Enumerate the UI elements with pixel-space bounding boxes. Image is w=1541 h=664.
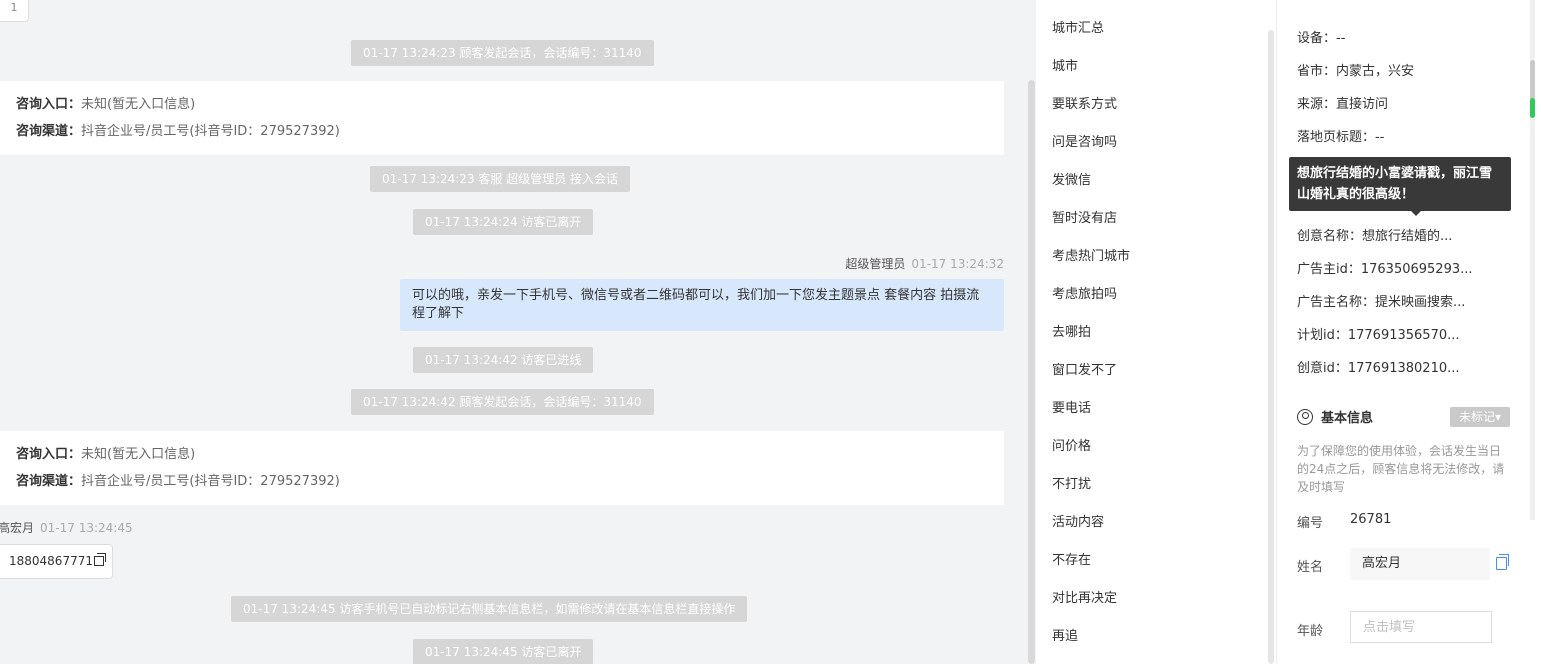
chat-scrollbar[interactable] [1028, 80, 1035, 664]
system-message: 01-17 13:24:23 客服 超级管理员 接入会话 [370, 166, 631, 192]
system-message: 01-17 13:24:24 访客已离开 [413, 209, 594, 235]
copy-icon[interactable] [1496, 554, 1509, 570]
user-circle-icon [1297, 408, 1313, 425]
system-message: 01-17 13:24:45 访客手机号已自动标记右侧基本信息栏，如需修改请在基… [231, 596, 748, 622]
source-row-advertiser-name[interactable]: 广告主名称：提米映画搜索... [1297, 291, 1465, 310]
quick-reply-scrollbar[interactable] [1268, 30, 1274, 664]
system-message: 01-17 13:24:42 访客已进线 [413, 347, 594, 373]
source-row-creative-id[interactable]: 创意id：177691380210... [1297, 357, 1460, 376]
quick-reply-list: 城市汇总 城市 要联系方式 问是咨询吗 发微信 暂时没有店 考虑热门城市 考虑旅… [1036, 0, 1276, 664]
channel-label: 咨询渠道： [16, 124, 82, 139]
basic-info-title-text: 基本信息 [1321, 411, 1374, 426]
age-input[interactable] [1350, 611, 1492, 643]
name-field[interactable]: 高宏月 [1350, 548, 1490, 580]
system-message: 01-17 13:24:23 顾客发起会话，会话编号：31140 [351, 40, 654, 66]
visitor-name: 高宏月 [0, 521, 35, 535]
entry-label: 咨询入口： [16, 447, 82, 462]
quick-reply-item[interactable]: 去哪拍 [1052, 321, 1091, 340]
quick-reply-item[interactable]: 要联系方式 [1052, 93, 1117, 112]
visitor-phone-text: 18804867771 [9, 554, 93, 568]
system-message: 01-17 13:24:42 顾客发起会话，会话编号：31140 [351, 389, 654, 415]
name-label: 姓名 [1297, 560, 1324, 575]
source-row-plan-id[interactable]: 计划id：177691356570... [1297, 324, 1460, 343]
quick-reply-item[interactable]: 考虑旅拍吗 [1052, 283, 1117, 302]
quick-reply-item[interactable]: 暂时没有店 [1052, 207, 1117, 226]
consult-info-card: 咨询入口：未知(暂无入口信息) 咨询渠道：抖音企业号/员工号(抖音号ID：279… [0, 431, 1004, 505]
channel-value: 抖音企业号/员工号(抖音号ID：279527392) [81, 474, 340, 489]
quick-reply-item[interactable]: 城市汇总 [1052, 17, 1104, 36]
source-row-creative-name[interactable]: 创意名称：想旅行结婚的... [1297, 225, 1452, 244]
quick-reply-item[interactable]: 城市 [1052, 55, 1078, 74]
source-row-source: 来源：直接访问 [1297, 97, 1389, 112]
age-label: 年龄 [1297, 624, 1324, 639]
quick-reply-item[interactable]: 不打扰 [1052, 473, 1091, 492]
quick-reply-item[interactable]: 窗口发不了 [1052, 359, 1117, 378]
visitor-sender: 高宏月 01-17 13:24:45 [0, 519, 133, 536]
panel-scrollbar-thumb[interactable] [1530, 60, 1535, 100]
source-row-device: 设备：-- [1297, 31, 1346, 46]
quick-reply-item[interactable]: 考虑热门城市 [1052, 245, 1130, 264]
page-badge[interactable]: 1 [0, 0, 29, 22]
quick-reply-item[interactable]: 不存在 [1052, 549, 1091, 568]
agent-message-bubble: 可以的哦，亲发一下手机号、微信号或者二维码都可以，我们加一下您发主题景点 套餐内… [400, 279, 1004, 331]
mark-status-dropdown[interactable]: 未标记▾ [1450, 407, 1510, 427]
system-message: 01-17 13:24:45 访客已离开 [413, 639, 594, 664]
source-row-province: 省市：内蒙古，兴安 [1297, 64, 1415, 79]
customer-info-panel: 设备：-- 省市：内蒙古，兴安 来源：直接访问 落地页标题：-- 创意名称：想旅… [1276, 0, 1541, 664]
quick-reply-item[interactable]: 发微信 [1052, 169, 1091, 188]
edit-notice: 为了保障您的使用体验，会话发生当日的24点之后，顾客信息将无法修改，请及时填写 [1297, 444, 1505, 494]
entry-value: 未知(暂无入口信息) [81, 97, 196, 112]
quick-reply-item[interactable]: 要电话 [1052, 397, 1091, 416]
channel-label: 咨询渠道： [16, 474, 82, 489]
basic-info-title: 基本信息 [1297, 407, 1373, 426]
source-row-advertiser-id[interactable]: 广告主id：176350695293... [1297, 258, 1473, 277]
agent-time: 01-17 13:24:32 [911, 257, 1004, 271]
chat-area: 1 01-17 13:24:23 顾客发起会话，会话编号：31140 咨询入口：… [0, 0, 1036, 664]
entry-value: 未知(暂无入口信息) [81, 447, 196, 462]
agent-sender: 超级管理员 01-17 13:24:32 [845, 255, 1004, 272]
quick-reply-item[interactable]: 问是咨询吗 [1052, 131, 1117, 150]
quick-reply-item[interactable]: 再追 [1052, 625, 1078, 644]
quick-reply-item[interactable]: 问价格 [1052, 435, 1091, 454]
id-label: 编号 [1297, 516, 1324, 531]
panel-scroll-indicator [1530, 98, 1535, 118]
agent-name: 超级管理员 [845, 257, 906, 271]
visitor-time: 01-17 13:24:45 [40, 521, 133, 535]
quick-reply-item[interactable]: 对比再决定 [1052, 587, 1117, 606]
consult-info-card: 咨询入口：未知(暂无入口信息) 咨询渠道：抖音企业号/员工号(抖音号ID：279… [0, 81, 1004, 155]
creative-name-tooltip: 想旅行结婚的小富婆请戳，丽江雪山婚礼真的很高级！ [1289, 157, 1511, 216]
visitor-message-bubble[interactable]: 18804867771 [0, 544, 113, 579]
id-value: 26781 [1350, 512, 1392, 527]
channel-value: 抖音企业号/员工号(抖音号ID：279527392) [81, 124, 340, 139]
quick-reply-item[interactable]: 活动内容 [1052, 511, 1104, 530]
copy-icon[interactable] [93, 553, 106, 566]
source-row-landing-title: 落地页标题：-- [1297, 130, 1385, 145]
entry-label: 咨询入口： [16, 97, 82, 112]
